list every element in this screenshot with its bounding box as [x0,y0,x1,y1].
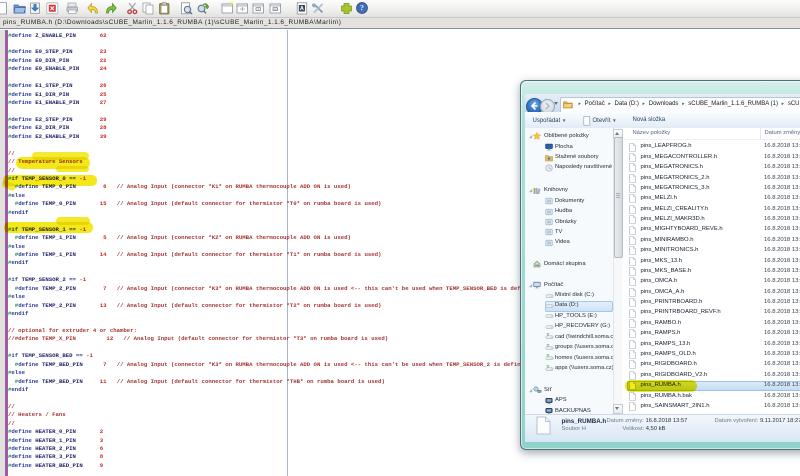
svg-text:A: A [300,6,304,12]
svg-text:?: ? [360,4,364,13]
